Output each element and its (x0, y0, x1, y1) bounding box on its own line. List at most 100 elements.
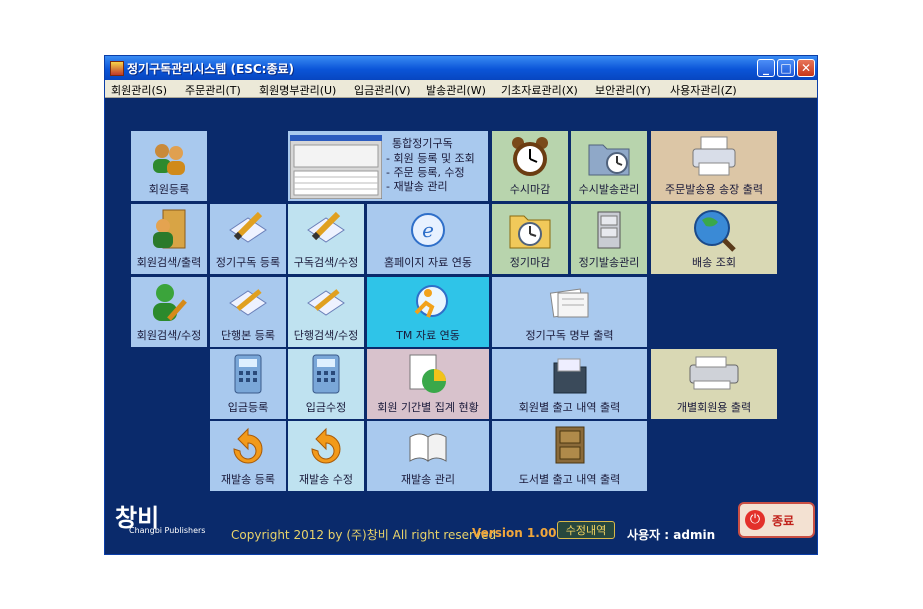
exit-button[interactable]: ⏻ 종료 (738, 502, 815, 538)
tile-reship-edit[interactable]: 재발송 수정 (287, 420, 365, 492)
revision-history-button[interactable]: 수정내역 (557, 521, 615, 539)
tile-label: 수시발송관리 (578, 183, 640, 196)
tile-label: 재발송 등록 (220, 473, 276, 486)
info-line: - 재발송 관리 (386, 180, 448, 193)
tile-single-search[interactable]: 단행검색/수정 (287, 276, 365, 348)
tile-member-register[interactable]: 회원등록 (130, 130, 208, 202)
menu-shipping[interactable]: 발송관리(W) (426, 82, 486, 98)
member-group-icon (153, 144, 185, 175)
tile-member-shipment-print[interactable]: 회원별 출고 내역 출력 (491, 348, 648, 420)
printer-icon (692, 136, 736, 176)
dark-folder-icon (553, 358, 586, 394)
tile-integrated-subscription[interactable]: 통합정기구독 - 회원 등록 및 조회 - 주문 등록, 수정 - 재발송 관리 (287, 130, 489, 202)
folder-clock-icon (588, 144, 630, 176)
tile-label: 입금수정 (305, 401, 347, 414)
menu-security[interactable]: 보안관리(Y) (595, 82, 651, 98)
tile-label: 회원검색/수정 (136, 329, 202, 342)
main-window: 정기구독관리시스템 (ESC:종료) _ □ ✕ 회원관리(S) 주문관리(T)… (104, 55, 818, 555)
tile-label: 정기구독 등록 (215, 256, 281, 269)
open-book-icon (409, 433, 447, 462)
tile-label: 정기발송관리 (578, 256, 640, 269)
tile-label: 입금등록 (227, 401, 269, 414)
alarm-clock-icon (512, 137, 548, 176)
menu-member-list[interactable]: 회원명부관리(U) (259, 82, 336, 98)
tile-individual-print[interactable]: 개별회원용 출력 (650, 348, 778, 420)
cabinet-drawer-icon (555, 426, 584, 464)
tile-member-search-edit[interactable]: 회원검색/수정 (130, 276, 208, 348)
power-icon: ⏻ (745, 510, 765, 530)
current-user: 사용자 : admin (627, 528, 716, 542)
internet-explorer-icon: e (411, 213, 445, 247)
screenshot-thumbnail-icon (290, 135, 382, 199)
tile-homepage-link[interactable]: e 홈페이지 자료 연동 (366, 203, 490, 275)
orange-return-arrow-icon (311, 427, 341, 464)
tile-label: 정기마감 (509, 256, 551, 269)
member-folder-icon (153, 209, 186, 249)
menu-bar: 회원관리(S) 주문관리(T) 회원명부관리(U) 입금관리(V) 발송관리(W… (105, 80, 817, 98)
messenger-runner-icon (414, 285, 448, 318)
notebook-pencil-icon (307, 289, 345, 316)
notebook-pencil-icon (229, 211, 267, 243)
report-pie-icon (409, 354, 446, 393)
maximize-button[interactable]: □ (777, 59, 795, 77)
tile-member-search-print[interactable]: 회원검색/출력 (130, 203, 208, 275)
notebook-pencil-icon (307, 211, 345, 243)
minimize-button[interactable]: _ (757, 59, 775, 77)
app-icon (110, 61, 124, 76)
tile-label: 단행본 등록 (220, 329, 276, 342)
tile-delivery-lookup[interactable]: 배송 조회 (650, 203, 778, 275)
notebook-pencil-icon (229, 289, 267, 316)
tile-label: 재발송 관리 (400, 473, 456, 486)
menu-member[interactable]: 회원관리(S) (111, 82, 167, 98)
exit-button-label: 종료 (772, 514, 795, 528)
calculator-icon (234, 354, 262, 394)
tile-tm-link[interactable]: TM 자료 연동 (366, 276, 490, 348)
tile-label: 개별회원용 출력 (676, 401, 752, 414)
tile-label: 배송 조회 (692, 256, 736, 269)
company-logo: 창비 Changbi Publishers (115, 498, 205, 535)
menu-base-data[interactable]: 기초자료관리(X) (501, 82, 578, 98)
tile-label: TM 자료 연동 (396, 329, 460, 342)
tile-label: 주문발송용 송장 출력 (664, 183, 764, 196)
window-title: 정기구독관리시스템 (ESC:종료) (127, 62, 295, 76)
tile-label: 회원 기간별 집계 현황 (377, 401, 479, 414)
tile-book-shipment-print[interactable]: 도서별 출고 내역 출력 (491, 420, 648, 492)
tile-label: 회원별 출고 내역 출력 (518, 401, 621, 414)
logo-text-english: Changbi Publishers (129, 526, 206, 535)
tile-reship-register[interactable]: 재발송 등록 (209, 420, 287, 492)
tile-single-register[interactable]: 단행본 등록 (209, 276, 287, 348)
copyright-text: Copyright 2012 by (주)창비 All right reserv… (231, 528, 497, 542)
version-text: Version 1.000 (472, 526, 565, 540)
tile-label: 회원등록 (148, 183, 190, 196)
title-bar[interactable]: 정기구독관리시스템 (ESC:종료) _ □ ✕ (105, 56, 817, 80)
folder-clock-icon (509, 215, 551, 249)
tile-member-period-stats[interactable]: 회원 기간별 집계 현황 (366, 348, 490, 420)
tile-reship-manage[interactable]: 재발송 관리 (366, 420, 490, 492)
tile-regular-ship[interactable]: 정기발송관리 (570, 203, 648, 275)
tile-adhoc-deadline[interactable]: 수시마감 (491, 130, 569, 202)
tile-label: 수시마감 (509, 183, 551, 196)
file-cabinet-icon (597, 211, 621, 249)
menu-user[interactable]: 사용자관리(Z) (670, 82, 737, 98)
menu-order[interactable]: 주문관리(T) (185, 82, 241, 98)
info-title: 통합정기구독 (392, 137, 453, 150)
tile-label: 회원검색/출력 (136, 256, 202, 269)
documents-icon (549, 288, 588, 318)
menu-deposit[interactable]: 입금관리(V) (354, 82, 411, 98)
tile-deposit-edit[interactable]: 입금수정 (287, 348, 365, 420)
tile-sub-search[interactable]: 구독검색/수정 (287, 203, 365, 275)
tile-label: 도서별 출고 내역 출력 (518, 473, 621, 486)
tile-label: 구독검색/수정 (293, 256, 359, 269)
tile-order-ship-print[interactable]: 주문발송용 송장 출력 (650, 130, 778, 202)
tile-adhoc-ship[interactable]: 수시발송관리 (570, 130, 648, 202)
tile-label: 홈페이지 자료 연동 (384, 256, 472, 269)
tile-regular-deadline[interactable]: 정기마감 (491, 203, 569, 275)
tile-label: 단행검색/수정 (293, 329, 359, 342)
tile-sub-list-print[interactable]: 정기구독 명부 출력 (491, 276, 648, 348)
wide-printer-icon (689, 356, 739, 390)
orange-return-arrow-icon (233, 427, 263, 464)
tile-sub-register[interactable]: 정기구독 등록 (209, 203, 287, 275)
tile-deposit-register[interactable]: 입금등록 (209, 348, 287, 420)
close-button[interactable]: ✕ (797, 59, 815, 77)
member-edit-icon (153, 284, 187, 321)
